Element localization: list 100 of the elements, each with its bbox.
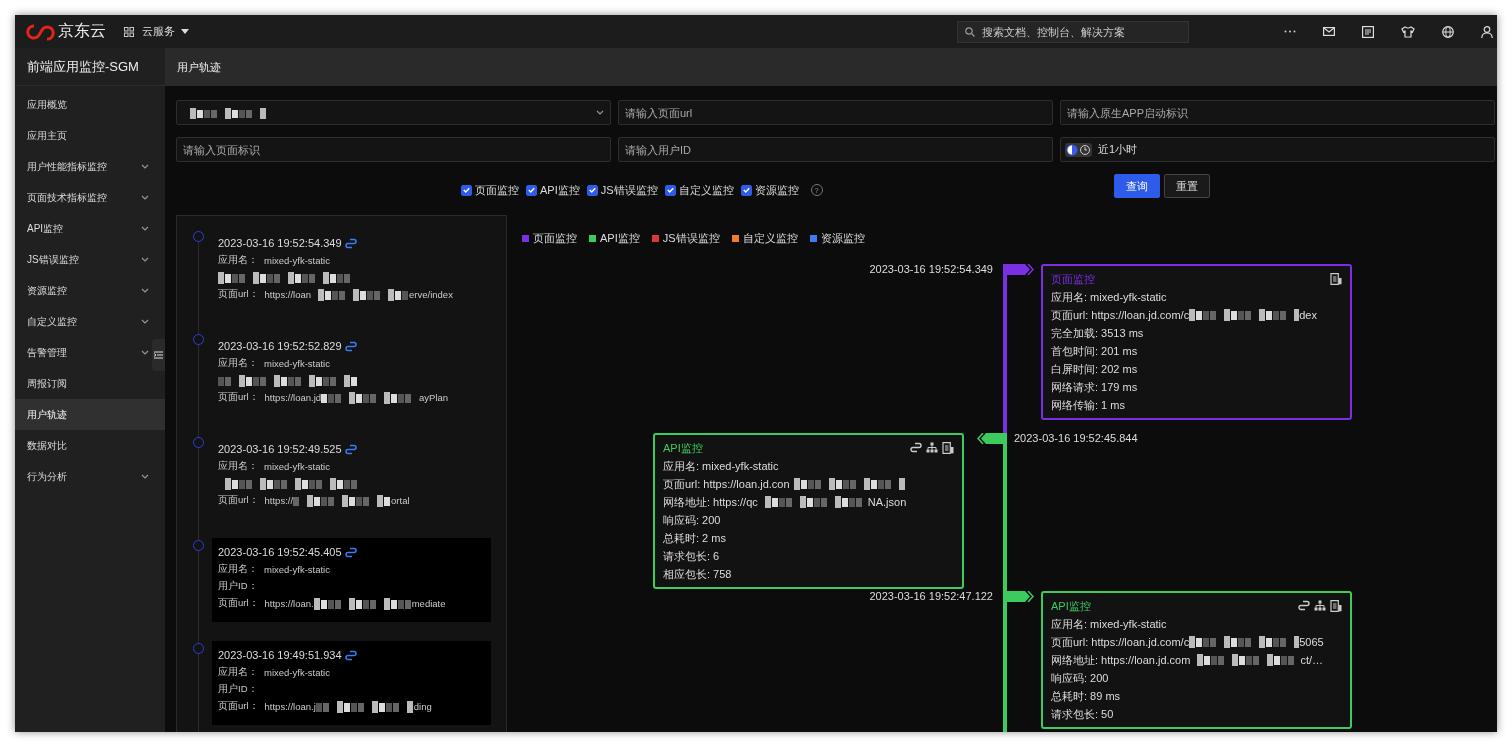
chevron-down-icon bbox=[141, 195, 149, 200]
field-label: 应用名： bbox=[218, 460, 258, 473]
card-field: 页面url: https://loan.jd.con bbox=[663, 476, 790, 492]
timeline-dot bbox=[193, 231, 204, 242]
card-field: 应用名: mixed-yfk-static bbox=[663, 458, 779, 474]
time-range-field[interactable]: 近1小时 bbox=[1060, 137, 1495, 162]
chevron-down-icon bbox=[141, 350, 149, 355]
query-button[interactable]: 查询 bbox=[1113, 174, 1160, 198]
link-icon[interactable] bbox=[344, 546, 357, 558]
link-icon[interactable] bbox=[344, 443, 357, 455]
card-title: API监控 bbox=[663, 440, 703, 456]
hierarchy-icon[interactable] bbox=[926, 442, 938, 453]
chevron-down-icon bbox=[141, 226, 149, 231]
session-time[interactable]: 2023-03-16 19:52:49.525 bbox=[218, 443, 342, 455]
caret-icon bbox=[181, 29, 189, 34]
globe-icon[interactable] bbox=[1442, 25, 1454, 38]
card-field: 网络传输: 1 ms bbox=[1051, 397, 1125, 413]
app-select[interactable] bbox=[176, 100, 611, 125]
search-field[interactable]: 搜索文档、控制台、解决方案 bbox=[957, 20, 1189, 43]
checkbox[interactable] bbox=[461, 184, 472, 196]
shirt-icon[interactable] bbox=[1401, 25, 1415, 38]
document-icon[interactable] bbox=[1362, 25, 1374, 38]
monitor-type-checkbox[interactable]: API监控 bbox=[526, 182, 580, 198]
sidebar-item[interactable]: 用户性能指标监控 bbox=[15, 151, 152, 182]
card-field: 网络地址: https://qc bbox=[663, 494, 758, 510]
card-field: 页面url: https://loan.jd.com/c bbox=[1051, 634, 1190, 650]
document-icon[interactable] bbox=[1330, 273, 1342, 285]
flag-icon bbox=[1005, 591, 1035, 602]
monitor-type-checkbox[interactable]: 资源监控 bbox=[740, 182, 799, 198]
card-field: 请求包长: 6 bbox=[663, 548, 720, 564]
sidebar-item[interactable]: API监控 bbox=[15, 213, 152, 244]
chevron-down-icon bbox=[141, 319, 149, 324]
sidebar-item[interactable]: 页面技术指标监控 bbox=[15, 182, 152, 213]
checkbox[interactable] bbox=[586, 184, 598, 196]
page-title: 用户轨迹 bbox=[177, 59, 221, 75]
document-icon[interactable] bbox=[1330, 600, 1342, 612]
sidebar-item[interactable]: 数据对比 bbox=[15, 430, 152, 461]
timeline-dot bbox=[193, 643, 204, 654]
chevron-down-icon bbox=[141, 288, 149, 293]
chevron-down-icon bbox=[596, 110, 604, 115]
monitor-type-checkbox[interactable]: 页面监控 bbox=[461, 182, 519, 198]
session-time[interactable]: 2023-03-16 19:52:54.349 bbox=[218, 237, 342, 249]
monitor-type-checkbox[interactable]: 自定义监控 bbox=[664, 182, 734, 198]
legend-label: 自定义监控 bbox=[742, 231, 798, 246]
link-icon[interactable] bbox=[344, 237, 357, 249]
legend-label: JS错误监控 bbox=[662, 231, 720, 246]
session-card[interactable]: 2023-03-16 19:52:45.405 应用名： mixed-yfk-static 用户ID： 页面url： https://loan. mediate bbox=[212, 538, 491, 622]
text-field[interactable]: 请输入用户ID bbox=[618, 137, 1053, 162]
mail-icon[interactable] bbox=[1323, 27, 1335, 36]
session-card[interactable]: 2023-03-16 19:49:51.934 应用名： mixed-yfk-static 用户ID： 页面url： https://loan.j ding bbox=[212, 641, 491, 725]
cloud-services-menu[interactable]: 云服务 bbox=[142, 24, 189, 39]
sidebar-item[interactable]: 周报订阅 bbox=[15, 368, 152, 399]
collapse-handle[interactable] bbox=[152, 339, 165, 371]
event-time: 2023-03-16 19:52:54.349 bbox=[869, 263, 993, 275]
checkbox[interactable] bbox=[526, 184, 537, 196]
sidebar-item[interactable]: 告警管理 bbox=[15, 337, 152, 368]
more-icon[interactable] bbox=[1284, 30, 1296, 33]
brand-name[interactable]: 京东云 bbox=[58, 21, 106, 42]
checkbox[interactable] bbox=[740, 184, 752, 196]
checkbox[interactable] bbox=[664, 184, 676, 196]
reset-button[interactable]: 重置 bbox=[1163, 174, 1210, 198]
text-field[interactable]: 请输入页面标识 bbox=[176, 137, 611, 162]
session-time[interactable]: 2023-03-16 19:52:52.829 bbox=[218, 340, 342, 352]
link-icon[interactable] bbox=[1298, 600, 1310, 611]
card-field: 总耗时: 2 ms bbox=[663, 530, 726, 546]
event-time: 2023-03-16 19:52:45.844 bbox=[1014, 432, 1138, 444]
sidebar-item[interactable]: 资源监控 bbox=[15, 275, 152, 306]
session-time[interactable]: 2023-03-16 19:49:51.934 bbox=[218, 649, 342, 661]
session-time[interactable]: 2023-03-16 19:52:45.405 bbox=[218, 546, 342, 558]
card-field: dex bbox=[1299, 309, 1317, 321]
field-value: mixed-yfk-static bbox=[264, 358, 330, 369]
sidebar-item[interactable]: 应用主页 bbox=[15, 120, 152, 151]
field-label: 应用名： bbox=[218, 666, 258, 679]
card-field: ct/… bbox=[1300, 654, 1323, 666]
text-field[interactable]: 请输入页面url bbox=[618, 100, 1053, 125]
field-label: 页面url： bbox=[218, 391, 259, 404]
hierarchy-icon[interactable] bbox=[1314, 600, 1326, 611]
sidebar-item[interactable]: 应用概览 bbox=[15, 89, 152, 120]
card-field: 网络请求: 179 ms bbox=[1051, 379, 1138, 395]
field-value: mediate bbox=[411, 598, 446, 609]
field-value: ayPlan bbox=[419, 392, 449, 403]
legend-label: 页面监控 bbox=[533, 231, 577, 246]
link-icon[interactable] bbox=[344, 649, 357, 661]
document-icon[interactable] bbox=[942, 442, 954, 454]
text-field[interactable]: 请输入原生APP启动标识 bbox=[1060, 100, 1495, 125]
user-icon[interactable] bbox=[1481, 25, 1493, 38]
field-label: 页面url： bbox=[218, 700, 259, 713]
link-icon[interactable] bbox=[910, 442, 922, 453]
field-label: 应用名： bbox=[218, 254, 258, 267]
sidebar-item[interactable]: 行为分析 bbox=[15, 461, 152, 492]
legend-label: API监控 bbox=[600, 231, 640, 246]
card-field: 页面url: https://loan.jd.com/c bbox=[1051, 307, 1190, 323]
sidebar-item[interactable]: JS错误监控 bbox=[15, 244, 152, 275]
search-icon bbox=[965, 26, 975, 37]
card-field: 应用名: mixed-yfk-static bbox=[1051, 616, 1167, 632]
time-toggle-icon[interactable] bbox=[1065, 142, 1092, 157]
sidebar-item[interactable]: 自定义监控 bbox=[15, 306, 152, 337]
field-value: https://loan.jd bbox=[264, 392, 322, 403]
monitor-type-checkbox[interactable]: JS错误监控 bbox=[586, 182, 658, 198]
link-icon[interactable] bbox=[344, 340, 357, 352]
